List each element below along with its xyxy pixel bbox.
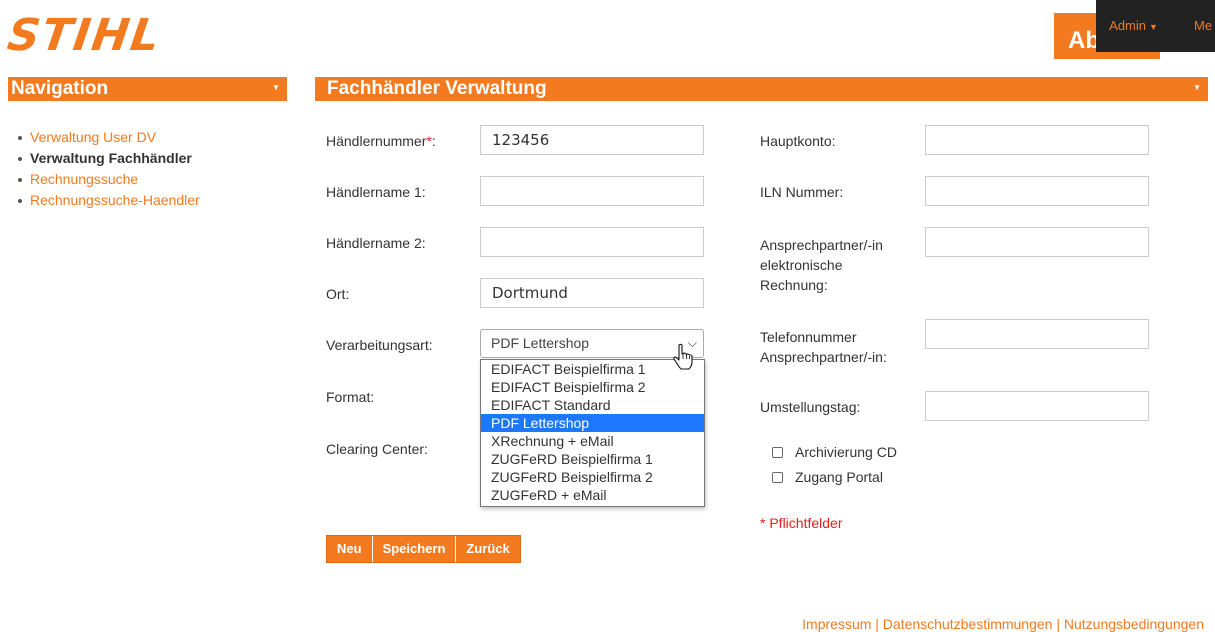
- navigation-list: Verwaltung User DV Verwaltung Fachhändle…: [8, 127, 200, 211]
- collapse-icon[interactable]: ▼: [1193, 76, 1201, 100]
- iln-input[interactable]: [925, 176, 1149, 206]
- format-label: Format:: [326, 389, 375, 405]
- caret-down-icon: ▼: [1148, 22, 1158, 32]
- navigation-header: Navigation ▼: [8, 77, 287, 101]
- ort-label: Ort:: [326, 286, 350, 302]
- umstellungstag-input[interactable]: [925, 391, 1149, 421]
- nav-link[interactable]: Verwaltung Fachhändler: [30, 150, 192, 166]
- menu-item-partial[interactable]: Me: [1194, 18, 1212, 33]
- archivierung-checkbox[interactable]: [772, 447, 783, 458]
- dropdown-option[interactable]: ZUGFeRD + eMail: [481, 486, 704, 504]
- navigation-title: Navigation: [11, 78, 109, 99]
- ansprechpartner-label: Ansprechpartner/-in elektronische Rechnu…: [760, 235, 883, 295]
- hauptkonto-input[interactable]: [925, 125, 1149, 155]
- telefonnummer-label: Telefonnummer Ansprechpartner/-in:: [760, 327, 887, 367]
- label-colon: :: [431, 133, 436, 149]
- required-fields-note: * Pflichtfelder: [760, 515, 843, 531]
- haendlername2-input[interactable]: [480, 227, 704, 257]
- dropdown-option-selected[interactable]: PDF Lettershop: [481, 414, 704, 432]
- zugang-portal-label: Zugang Portal: [795, 469, 883, 485]
- nav-link[interactable]: Verwaltung User DV: [30, 129, 156, 145]
- label-line: Telefonnummer: [760, 329, 857, 345]
- verarbeitungsart-label: Verarbeitungsart:: [326, 337, 433, 353]
- label-line: Ansprechpartner/-in: [760, 237, 883, 253]
- nav-link[interactable]: Rechnungssuche-Haendler: [30, 192, 200, 208]
- label-line: Ansprechpartner/-in:: [760, 349, 887, 365]
- haendlername1-input[interactable]: [480, 176, 704, 206]
- zurueck-button[interactable]: Zurück: [456, 536, 519, 562]
- ort-input[interactable]: Dortmund: [480, 278, 704, 308]
- dropdown-option[interactable]: EDIFACT Beispielfirma 2: [481, 378, 704, 396]
- main-header: Fachhändler Verwaltung ▼: [315, 77, 1208, 101]
- verarbeitungsart-select[interactable]: PDF Lettershop ⌵: [480, 329, 704, 358]
- haendlername1-label: Händlername 1:: [326, 184, 426, 200]
- hand-cursor-icon: [673, 343, 693, 370]
- telefonnummer-input[interactable]: [925, 319, 1149, 349]
- dropdown-option[interactable]: EDIFACT Beispielfirma 1: [481, 360, 704, 378]
- hauptkonto-label: Hauptkonto:: [760, 133, 836, 149]
- page-title: Fachhändler Verwaltung: [327, 78, 547, 99]
- umstellungstag-label: Umstellungstag:: [760, 399, 861, 415]
- nav-link[interactable]: Rechnungssuche: [30, 171, 138, 187]
- zugang-portal-checkbox[interactable]: [772, 472, 783, 483]
- label-line: Rechnung:: [760, 277, 828, 293]
- nav-item-fachhaendler[interactable]: Verwaltung Fachhändler: [8, 148, 200, 169]
- admin-label: Admin: [1109, 18, 1146, 33]
- footer-links[interactable]: Impressum | Datenschutzbestimmungen | Nu…: [802, 616, 1204, 632]
- label-line: elektronische: [760, 257, 843, 273]
- haendlernummer-label: Händlernummer*:: [326, 133, 436, 149]
- nav-item-user-dv[interactable]: Verwaltung User DV: [8, 127, 200, 148]
- neu-button[interactable]: Neu: [327, 536, 373, 562]
- admin-menu[interactable]: Admin ▼: [1096, 18, 1171, 33]
- haendlername2-label: Händlername 2:: [326, 235, 426, 251]
- dropdown-option[interactable]: XRechnung + eMail: [481, 432, 704, 450]
- haendlernummer-input[interactable]: 123456: [480, 125, 704, 155]
- archivierung-label: Archivierung CD: [795, 444, 897, 460]
- speichern-button[interactable]: Speichern: [373, 536, 457, 562]
- dropdown-option[interactable]: ZUGFeRD Beispielfirma 2: [481, 468, 704, 486]
- dropdown-option[interactable]: EDIFACT Standard: [481, 396, 704, 414]
- iln-label: ILN Nummer:: [760, 184, 844, 200]
- nav-item-rechnungssuche-haendler[interactable]: Rechnungssuche-Haendler: [8, 190, 200, 211]
- admin-menu-bar: Admin ▼ Me: [1096, 0, 1215, 52]
- ansprechpartner-input[interactable]: [925, 227, 1149, 257]
- nav-item-rechnungssuche[interactable]: Rechnungssuche: [8, 169, 200, 190]
- stihl-logo: STIHL: [4, 10, 165, 61]
- label-text: Händlernummer: [326, 133, 427, 149]
- collapse-icon[interactable]: ▼: [272, 76, 280, 100]
- verarbeitungsart-dropdown: EDIFACT Beispielfirma 1 EDIFACT Beispiel…: [480, 359, 705, 507]
- clearing-center-label: Clearing Center:: [326, 441, 428, 457]
- action-button-group: Neu Speichern Zurück: [326, 535, 521, 563]
- select-value: PDF Lettershop: [491, 335, 590, 351]
- dropdown-option[interactable]: ZUGFeRD Beispielfirma 1: [481, 450, 704, 468]
